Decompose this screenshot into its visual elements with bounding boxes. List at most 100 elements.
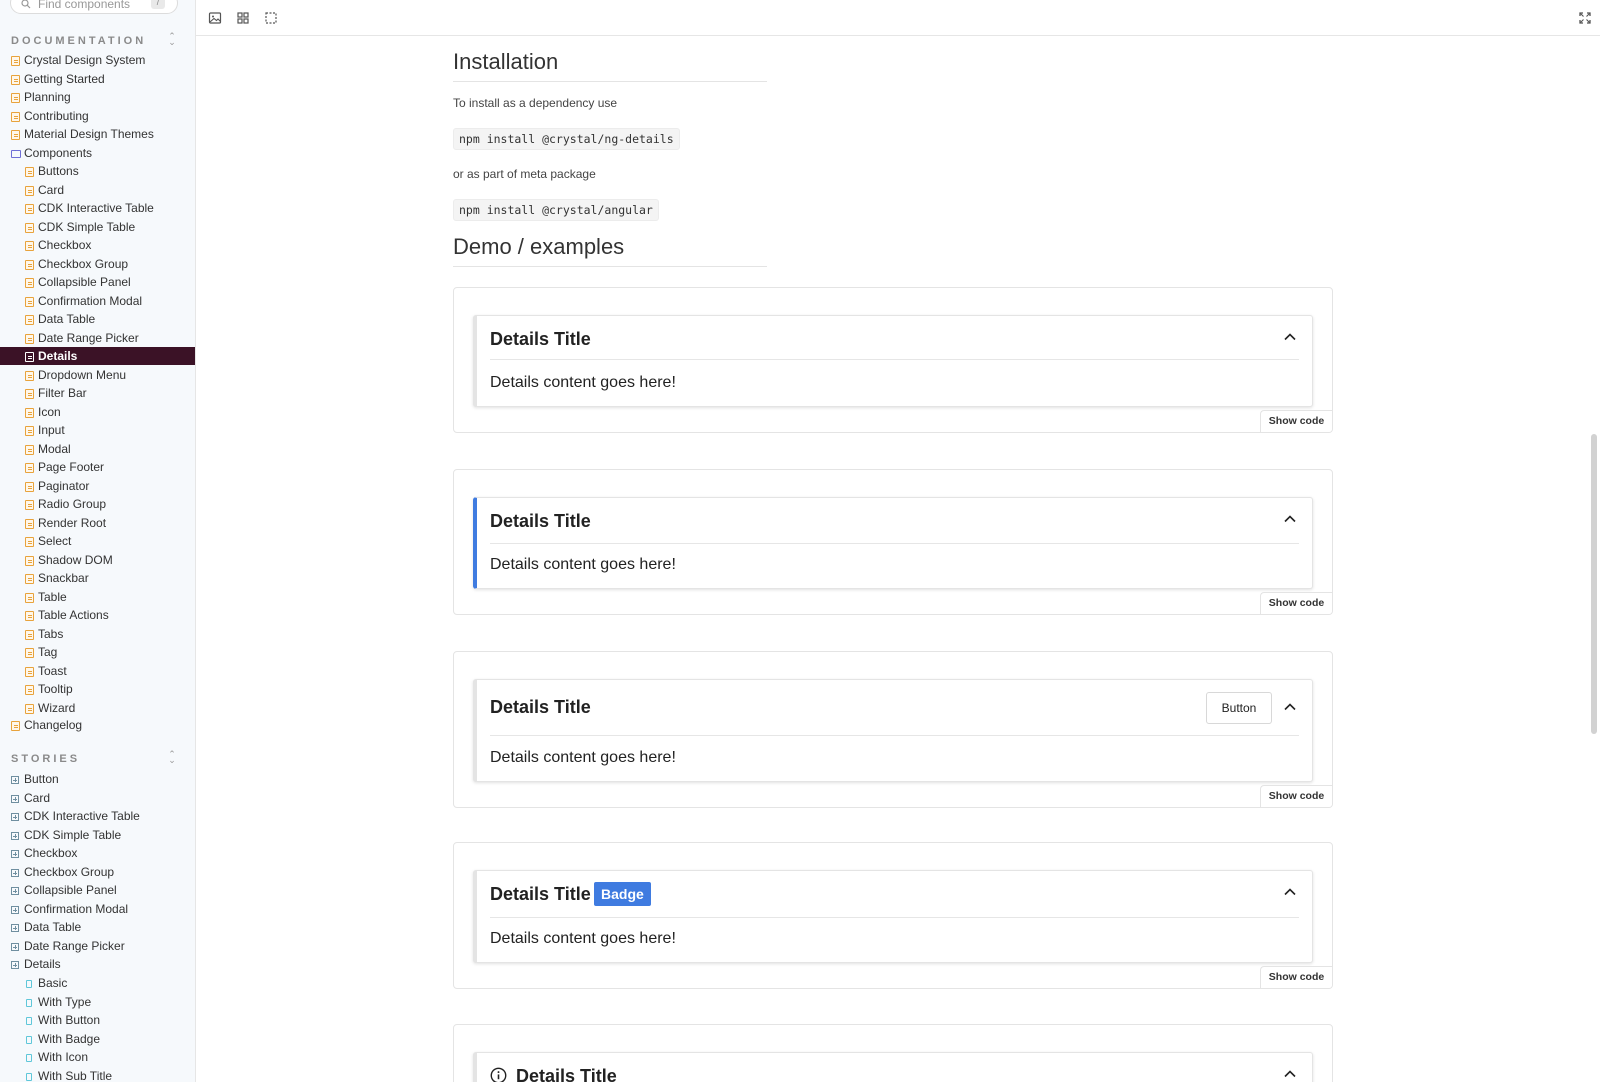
outline-icon[interactable] bbox=[264, 11, 278, 25]
document-icon bbox=[25, 315, 34, 325]
sidebar-item-collapsible-panel[interactable]: Collapsible Panel bbox=[0, 881, 195, 899]
collapse-toggle-icon[interactable]: ⌃ ⌄ bbox=[167, 32, 177, 47]
sidebar-item-details[interactable]: Details bbox=[0, 347, 195, 365]
document-icon bbox=[25, 407, 34, 418]
sidebar-item-confirmation-modal[interactable]: Confirmation Modal bbox=[0, 900, 195, 918]
sidebar: Find components / DOCUMENTATION ⌃ ⌄ Cryst… bbox=[0, 0, 196, 1082]
fullscreen-icon[interactable] bbox=[1578, 11, 1592, 25]
sidebar-item-with-type[interactable]: With Type bbox=[0, 993, 195, 1011]
sidebar-item-with-button[interactable]: With Button bbox=[0, 1011, 195, 1029]
document-icon bbox=[25, 703, 34, 714]
document-icon bbox=[25, 278, 34, 288]
sidebar-item-label: Tag bbox=[38, 645, 58, 659]
sidebar-item-render-root[interactable]: Render Root bbox=[0, 514, 195, 532]
details-action-button[interactable]: Button bbox=[1206, 692, 1272, 724]
chevron-up-icon[interactable] bbox=[1282, 329, 1298, 345]
demo-card-with-badge: Details Title Badge Details content goes… bbox=[453, 842, 1333, 989]
sidebar-item-card[interactable]: Card bbox=[0, 181, 195, 199]
sidebar-item-confirmation-modal[interactable]: Confirmation Modal bbox=[0, 292, 195, 310]
chevron-up-icon[interactable] bbox=[1282, 1066, 1298, 1082]
sidebar-item-label: Filter Bar bbox=[38, 386, 87, 400]
sidebar-item-input[interactable]: Input bbox=[0, 421, 195, 439]
sidebar-item-snackbar[interactable]: Snackbar bbox=[0, 569, 195, 587]
show-code-button[interactable]: Show code bbox=[1260, 592, 1332, 614]
sidebar-item-tag[interactable]: Tag bbox=[0, 643, 195, 661]
chevron-up-icon[interactable] bbox=[1282, 884, 1298, 900]
sidebar-item-components[interactable]: Components bbox=[0, 144, 195, 162]
sidebar-item-toast[interactable]: Toast bbox=[0, 662, 195, 680]
sidebar-item-details[interactable]: Details bbox=[0, 955, 195, 973]
sidebar-item-filter-bar[interactable]: Filter Bar bbox=[0, 384, 195, 402]
sidebar-item-basic[interactable]: Basic bbox=[0, 974, 195, 992]
sidebar-item-cdk-interactive-table[interactable]: CDK Interactive Table bbox=[0, 199, 195, 217]
sidebar-item-checkbox-group[interactable]: Checkbox Group bbox=[0, 255, 195, 273]
sidebar-item-crystal-design-system[interactable]: Crystal Design System bbox=[0, 51, 195, 69]
search-input[interactable]: Find components / bbox=[10, 0, 178, 14]
sidebar-item-label: Toast bbox=[38, 663, 67, 678]
sidebar-item-contributing[interactable]: Contributing bbox=[0, 107, 195, 125]
sidebar-item-data-table[interactable]: Data Table bbox=[0, 310, 195, 328]
sidebar-item-table[interactable]: Table bbox=[0, 588, 195, 606]
sidebar-item-modal[interactable]: Modal bbox=[0, 440, 195, 458]
sidebar-item-cdk-simple-table[interactable]: CDK Simple Table bbox=[0, 826, 195, 844]
sidebar-item-collapsible-panel[interactable]: Collapsible Panel bbox=[0, 273, 195, 291]
sidebar-item-icon[interactable]: Icon bbox=[0, 403, 195, 421]
sidebar-item-wizard[interactable]: Wizard bbox=[0, 699, 195, 717]
story-group-icon bbox=[11, 961, 19, 969]
show-code-button[interactable]: Show code bbox=[1260, 966, 1332, 988]
sidebar-item-select[interactable]: Select bbox=[0, 532, 195, 550]
sidebar-item-checkbox[interactable]: Checkbox bbox=[0, 236, 195, 254]
stories-section-header[interactable]: STORIES ⌃ ⌄ bbox=[11, 749, 181, 766]
sidebar-item-changelog[interactable]: Changelog bbox=[0, 716, 195, 734]
sidebar-item-label: Input bbox=[38, 423, 65, 437]
sidebar-item-button[interactable]: Button bbox=[0, 770, 195, 788]
document-icon bbox=[25, 685, 34, 695]
sidebar-item-with-icon[interactable]: With Icon bbox=[0, 1048, 195, 1066]
sidebar-item-shadow-dom[interactable]: Shadow DOM bbox=[0, 551, 195, 569]
image-icon[interactable] bbox=[208, 11, 222, 25]
details-title: Details Title bbox=[490, 511, 591, 531]
sidebar-item-date-range-picker[interactable]: Date Range Picker bbox=[0, 937, 195, 955]
collapse-toggle-icon[interactable]: ⌃ ⌄ bbox=[167, 750, 177, 765]
documentation-section-header[interactable]: DOCUMENTATION ⌃ ⌄ bbox=[11, 31, 181, 48]
sidebar-item-checkbox-group[interactable]: Checkbox Group bbox=[0, 863, 195, 881]
sidebar-item-label: Date Range Picker bbox=[38, 330, 139, 345]
sidebar-item-cdk-interactive-table[interactable]: CDK Interactive Table bbox=[0, 807, 195, 825]
sidebar-item-label: Contributing bbox=[24, 108, 89, 123]
sidebar-item-tooltip[interactable]: Tooltip bbox=[0, 680, 195, 698]
sidebar-item-data-table[interactable]: Data Table bbox=[0, 918, 195, 936]
details-title: Details Title bbox=[490, 697, 591, 717]
sidebar-item-dropdown-menu[interactable]: Dropdown Menu bbox=[0, 366, 195, 384]
scrollbar-thumb[interactable] bbox=[1591, 434, 1597, 734]
sidebar-item-cdk-simple-table[interactable]: CDK Simple Table bbox=[0, 218, 195, 236]
chevron-up-icon[interactable] bbox=[1282, 511, 1298, 527]
sidebar-item-label: Confirmation Modal bbox=[38, 293, 143, 308]
sidebar-item-label: Components bbox=[24, 145, 93, 160]
sidebar-item-label: Planning bbox=[24, 90, 71, 104]
document-icon bbox=[25, 333, 34, 344]
sidebar-item-planning[interactable]: Planning bbox=[0, 88, 195, 106]
sidebar-item-material-design-themes[interactable]: Material Design Themes bbox=[0, 125, 195, 143]
sidebar-item-radio-group[interactable]: Radio Group bbox=[0, 495, 195, 513]
sidebar-item-paginator[interactable]: Paginator bbox=[0, 477, 195, 495]
chevron-up-icon[interactable] bbox=[1282, 699, 1298, 715]
scrollbar[interactable] bbox=[1586, 36, 1600, 1082]
details-panel: Details Title bbox=[473, 1052, 1313, 1082]
sidebar-item-page-footer[interactable]: Page Footer bbox=[0, 458, 195, 476]
sidebar-item-date-range-picker[interactable]: Date Range Picker bbox=[0, 329, 195, 347]
sidebar-item-label: Paginator bbox=[38, 478, 90, 493]
sidebar-item-with-badge[interactable]: With Badge bbox=[0, 1030, 195, 1048]
sidebar-item-buttons[interactable]: Buttons bbox=[0, 162, 195, 180]
document-icon bbox=[25, 352, 34, 362]
show-code-button[interactable]: Show code bbox=[1260, 410, 1332, 432]
sidebar-item-card[interactable]: Card bbox=[0, 789, 195, 807]
details-divider bbox=[490, 543, 1299, 544]
sidebar-item-table-actions[interactable]: Table Actions bbox=[0, 606, 195, 624]
show-code-button[interactable]: Show code bbox=[1260, 785, 1332, 807]
sidebar-item-checkbox[interactable]: Checkbox bbox=[0, 844, 195, 862]
grid-icon[interactable] bbox=[236, 11, 250, 25]
sidebar-item-getting-started[interactable]: Getting Started bbox=[0, 70, 195, 88]
sidebar-item-tabs[interactable]: Tabs bbox=[0, 625, 195, 643]
sidebar-item-label: Dropdown Menu bbox=[38, 367, 127, 382]
sidebar-item-with-sub-title[interactable]: With Sub Title bbox=[0, 1067, 195, 1082]
